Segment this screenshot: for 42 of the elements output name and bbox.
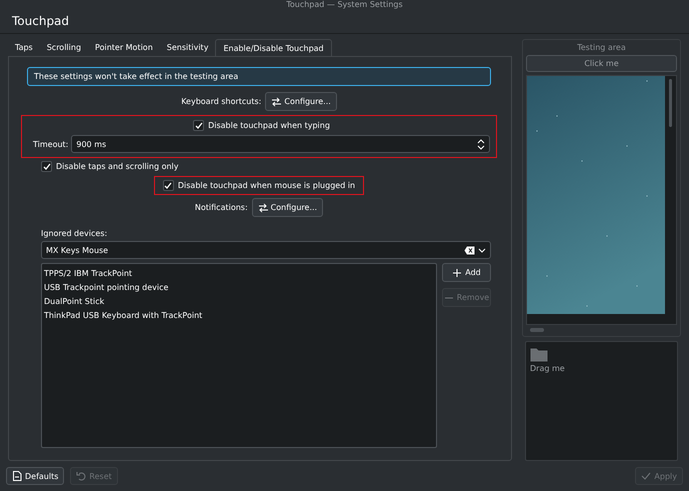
checkbox[interactable] (41, 161, 52, 172)
arrows-icon (271, 96, 282, 106)
configure-button[interactable]: Configure... (252, 198, 324, 217)
scrollbar-thumb[interactable] (669, 79, 672, 127)
field-label: Notifications: (194, 203, 248, 212)
tab[interactable]: Pointer Motion (88, 39, 160, 56)
stepper-icon (477, 138, 485, 150)
undo-icon (76, 471, 86, 481)
click-button[interactable]: Click me (526, 55, 677, 72)
draggable-label: Drag me (530, 364, 566, 373)
field-label: Keyboard shortcuts: (181, 97, 262, 106)
plus-icon (452, 268, 462, 278)
checkmark-icon (641, 471, 652, 481)
field-label: Ignored devices: (41, 229, 108, 238)
window-title: Touchpad — System Settings (286, 0, 403, 9)
add-button[interactable]: Add (442, 263, 491, 282)
checkbox[interactable] (162, 180, 174, 191)
info-message: These settings won't take effect in the testing area (27, 67, 491, 86)
defaults-button[interactable]: Defaults (6, 467, 64, 485)
spin-box[interactable]: 900 ms (71, 135, 490, 153)
checkbox-label: Disable touchpad when typing (208, 121, 330, 130)
checkbox[interactable] (193, 120, 204, 131)
list-item[interactable]: ThinkPad USB Keyboard with TrackPoint (43, 308, 435, 322)
device-combo-box[interactable]: MX Keys Mouse (41, 241, 491, 259)
checkbox-label: Disable touchpad when mouse is plugged in (178, 181, 356, 190)
page-title: Touchpad (12, 14, 70, 28)
clear-icon (464, 246, 475, 254)
folder-icon (530, 346, 548, 362)
tab[interactable]: Sensitivity (160, 39, 216, 56)
panel-title: Testing area (576, 43, 627, 52)
tab[interactable]: Taps (8, 39, 40, 56)
scrollbar-thumb[interactable] (530, 328, 544, 332)
list-item[interactable]: DualPoint Stick (43, 294, 435, 308)
tab[interactable]: Scrolling (40, 39, 88, 56)
list-item[interactable]: TPPS/2 IBM TrackPoint (43, 266, 435, 280)
field-label: Timeout: (33, 140, 68, 148)
list-item[interactable]: USB Trackpoint pointing device (43, 280, 435, 294)
checkbox-label: Disable taps and scrolling only (56, 162, 178, 171)
tab[interactable]: Enable/Disable Touchpad (215, 39, 332, 56)
document-icon (12, 471, 22, 481)
configure-button[interactable]: Configure... (265, 92, 337, 111)
arrows-icon (258, 202, 268, 212)
